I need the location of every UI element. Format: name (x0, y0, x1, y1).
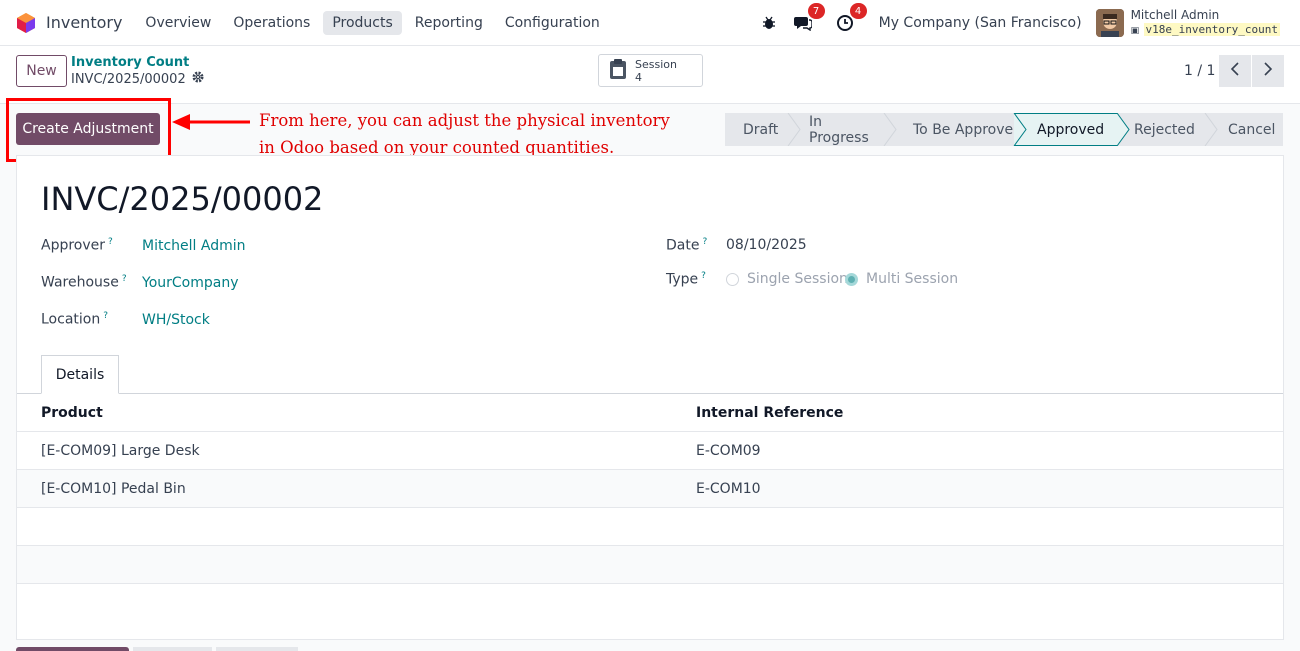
partial-button[interactable] (216, 647, 298, 651)
annotation-text: From here, you can adjust the physical i… (259, 107, 670, 161)
location-field[interactable]: WH/Stock (142, 312, 210, 328)
date-field[interactable]: 08/10/2025 (726, 237, 807, 253)
database-name: v18e_inventory_count (1143, 23, 1280, 36)
help-tooltip[interactable]: ? (701, 271, 706, 281)
warehouse-field[interactable]: YourCompany (142, 275, 239, 291)
radio-checked-icon (845, 272, 858, 286)
radio-label: Multi Session (866, 271, 959, 287)
app-name[interactable]: Inventory (46, 13, 122, 32)
menu-overview[interactable]: Overview (136, 11, 220, 35)
menu-reporting[interactable]: Reporting (406, 11, 492, 35)
control-panel: New Inventory Count INVC/2025/00002 Sess… (0, 46, 1300, 104)
annotation-arrow (172, 114, 250, 130)
table-row[interactable]: [E-COM09] Large Desk E-COM09 (17, 432, 1283, 470)
product-cell: [E-COM10] Pedal Bin (41, 481, 186, 497)
database-icon: ▣ (1130, 26, 1140, 36)
reference-cell: E-COM10 (696, 481, 761, 497)
table-row[interactable]: [E-COM10] Pedal Bin E-COM10 (17, 470, 1283, 508)
chevron-right-icon (1263, 62, 1273, 80)
type-label: Type? (666, 271, 706, 288)
chevron-left-icon (1230, 62, 1240, 80)
record-title: INVC/2025/00002 (41, 180, 324, 218)
help-tooltip[interactable]: ? (702, 237, 707, 247)
breadcrumb-inventory-count[interactable]: Inventory Count (71, 54, 204, 71)
status-bar: Draft In Progress To Be Approve Approved… (725, 113, 1283, 146)
stage-separators (787, 113, 1218, 146)
approver-label: Approver? (41, 237, 113, 254)
help-tooltip[interactable]: ? (108, 237, 113, 247)
breadcrumb-current: INVC/2025/00002 (71, 72, 186, 87)
top-navbar: Inventory Overview Operations Products R… (0, 0, 1300, 46)
session-label: Session (635, 57, 677, 71)
partial-button[interactable] (16, 647, 129, 651)
user-avatar[interactable] (1095, 9, 1124, 37)
radio-label: Single Session (747, 271, 848, 287)
gear-icon[interactable] (192, 71, 204, 88)
user-menu[interactable]: Mitchell Admin ▣ v18e_inventory_count (1131, 8, 1280, 38)
user-name: Mitchell Admin (1130, 8, 1220, 22)
approver-field[interactable]: Mitchell Admin (142, 238, 246, 254)
pager-value[interactable]: 1 / 1 (1184, 63, 1215, 79)
table-header: Product Internal Reference (17, 394, 1283, 432)
column-internal-reference[interactable]: Internal Reference (696, 394, 843, 432)
clipboard-icon (609, 58, 627, 84)
reference-cell: E-COM09 (696, 443, 761, 459)
radio-unchecked-icon (726, 272, 739, 286)
session-smart-button[interactable]: Session 4 (598, 54, 703, 87)
tab-details[interactable]: Details (41, 355, 119, 394)
new-button[interactable]: New (16, 55, 67, 87)
activities-badge: 4 (849, 3, 867, 19)
product-cell: [E-COM09] Large Desk (41, 443, 200, 459)
menu-operations[interactable]: Operations (224, 11, 319, 35)
pager-next-button[interactable] (1252, 55, 1284, 87)
inventory-app-icon[interactable] (16, 12, 38, 34)
company-switcher[interactable]: My Company (San Francisco) (879, 15, 1082, 31)
session-count: 4 (635, 70, 642, 84)
messages-badge: 7 (807, 3, 825, 19)
highlight-box (6, 98, 171, 162)
debug-bug-icon[interactable] (759, 13, 779, 33)
messages-icon[interactable]: 7 (793, 3, 825, 33)
date-label: Date? (666, 237, 708, 254)
activities-clock-icon[interactable]: 4 (835, 3, 867, 33)
empty-row (17, 546, 1283, 584)
annotation-line-1: From here, you can adjust the physical i… (259, 111, 670, 130)
help-tooltip[interactable]: ? (122, 274, 127, 284)
type-multi-session-radio[interactable]: Multi Session (845, 271, 958, 287)
column-product[interactable]: Product (41, 394, 103, 432)
empty-row (17, 508, 1283, 546)
form-sheet: INVC/2025/00002 Approver? Mitchell Admin… (16, 155, 1284, 640)
breadcrumb: Inventory Count INVC/2025/00002 (71, 54, 204, 88)
pager-previous-button[interactable] (1219, 55, 1251, 87)
partial-button[interactable] (133, 647, 212, 651)
type-single-session-radio[interactable]: Single Session (726, 271, 848, 287)
help-tooltip[interactable]: ? (103, 311, 108, 321)
location-label: Location? (41, 311, 108, 328)
menu-configuration[interactable]: Configuration (496, 11, 609, 35)
warehouse-label: Warehouse? (41, 274, 127, 291)
menu-products[interactable]: Products (323, 10, 402, 35)
